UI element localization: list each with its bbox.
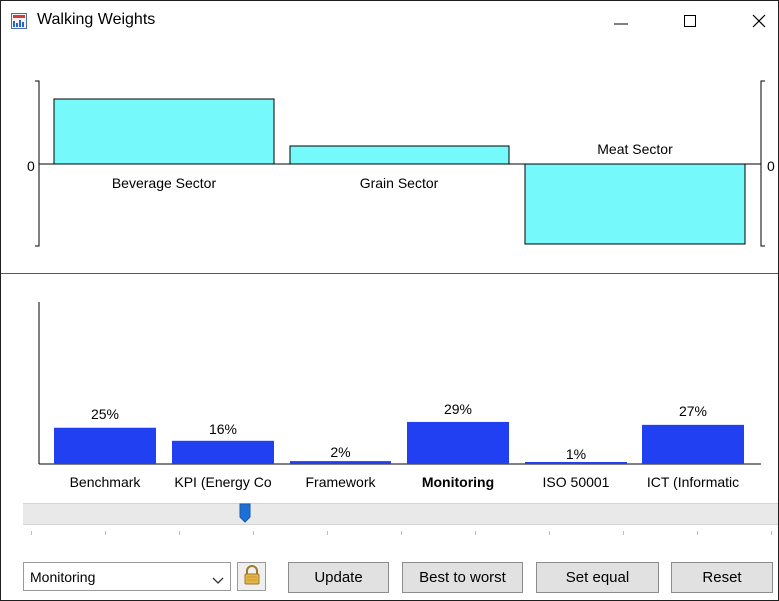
percent-label-monitoring: 29% — [443, 401, 473, 417]
criterion-label-kpi[interactable]: KPI (Energy Co — [165, 474, 281, 490]
update-button[interactable]: Update — [288, 562, 389, 593]
weight-slider-track[interactable] — [23, 503, 778, 525]
bar-kpi-energy-co[interactable] — [172, 440, 274, 464]
slider-tick — [549, 531, 550, 535]
criterion-label-iso-50001[interactable]: ISO 50001 — [525, 474, 627, 490]
slider-tick — [179, 531, 180, 535]
criterion-select-value: Monitoring — [30, 569, 96, 585]
bar-ict-informatic[interactable] — [642, 424, 744, 464]
slider-tick — [771, 531, 772, 535]
criteria-chart — [38, 302, 761, 465]
walking-weights-window: Walking Weights 0 0 Beverage Sector Grai… — [0, 0, 779, 601]
slider-tick — [253, 531, 254, 535]
weight-slider-thumb[interactable] — [239, 503, 251, 526]
criterion-label-ict[interactable]: ICT (Informatic — [637, 474, 749, 490]
slider-tick — [31, 531, 32, 535]
bar-meat-sector — [524, 163, 746, 245]
chevron-down-icon — [212, 572, 224, 588]
set-equal-button[interactable]: Set equal — [536, 562, 659, 593]
best-to-worst-button[interactable]: Best to worst — [402, 562, 523, 593]
slider-tick — [475, 531, 476, 535]
slider-tick — [327, 531, 328, 535]
slider-tick — [623, 531, 624, 535]
category-label-beverage-sector: Beverage Sector — [111, 175, 217, 191]
left-axis — [35, 80, 40, 247]
criterion-label-monitoring[interactable]: Monitoring — [407, 474, 509, 490]
category-label-grain-sector: Grain Sector — [359, 175, 439, 191]
slider-tick — [697, 531, 698, 535]
reset-button[interactable]: Reset — [671, 562, 773, 593]
bar-iso-50001[interactable] — [525, 462, 627, 464]
percent-label-framework: 2% — [330, 444, 351, 460]
zero-label-left: 0 — [27, 158, 35, 174]
right-axis — [760, 80, 765, 247]
percent-label-ict: 27% — [678, 403, 708, 419]
bar-grain-sector — [289, 145, 510, 165]
bar-beverage-sector — [53, 98, 275, 165]
lock-button[interactable] — [237, 562, 266, 591]
bar-monitoring[interactable] — [407, 421, 509, 464]
criterion-select[interactable]: Monitoring — [23, 562, 231, 591]
zero-label-right: 0 — [767, 158, 775, 174]
slider-tick — [105, 531, 106, 535]
category-label-meat-sector: Meat Sector — [597, 141, 673, 157]
bar-framework[interactable] — [290, 461, 391, 464]
percent-label-kpi: 16% — [208, 421, 238, 437]
bar-benchmark[interactable] — [54, 427, 156, 464]
sector-chart — [35, 80, 765, 247]
slider-tick — [401, 531, 402, 535]
criterion-label-framework[interactable]: Framework — [290, 474, 391, 490]
percent-label-benchmark: 25% — [90, 406, 120, 422]
lock-icon — [243, 565, 261, 588]
percent-label-iso-50001: 1% — [565, 446, 587, 462]
criterion-label-benchmark[interactable]: Benchmark — [54, 474, 156, 490]
